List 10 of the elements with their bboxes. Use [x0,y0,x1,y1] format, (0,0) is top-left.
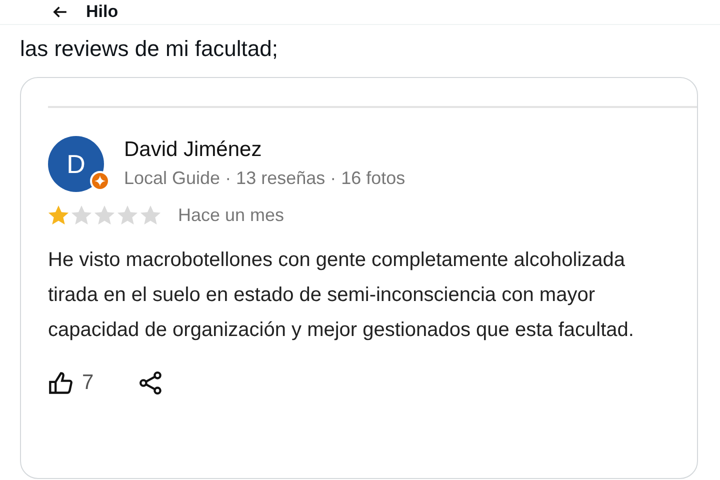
thumbs-up-icon [48,370,74,396]
review-time: Hace un mes [178,205,284,226]
like-button[interactable]: 7 [48,370,94,396]
review-text: He visto macrobotellones con gente completamente alcoholizada tirada en el suelo en estado de semi-inconsciencia con mayor capacidad de organización y mejor gestionados que esta facultad. [48,248,635,343]
header-title: Hilo [86,2,118,22]
back-arrow-icon[interactable] [52,4,68,20]
author-name: David Jiménez [124,137,263,163]
author-meta: Local Guide · 13 reseñas · 16 fotos [124,167,406,190]
share-icon[interactable] [138,370,164,396]
tweet-text: las reviews de mi facultad; [20,35,279,63]
